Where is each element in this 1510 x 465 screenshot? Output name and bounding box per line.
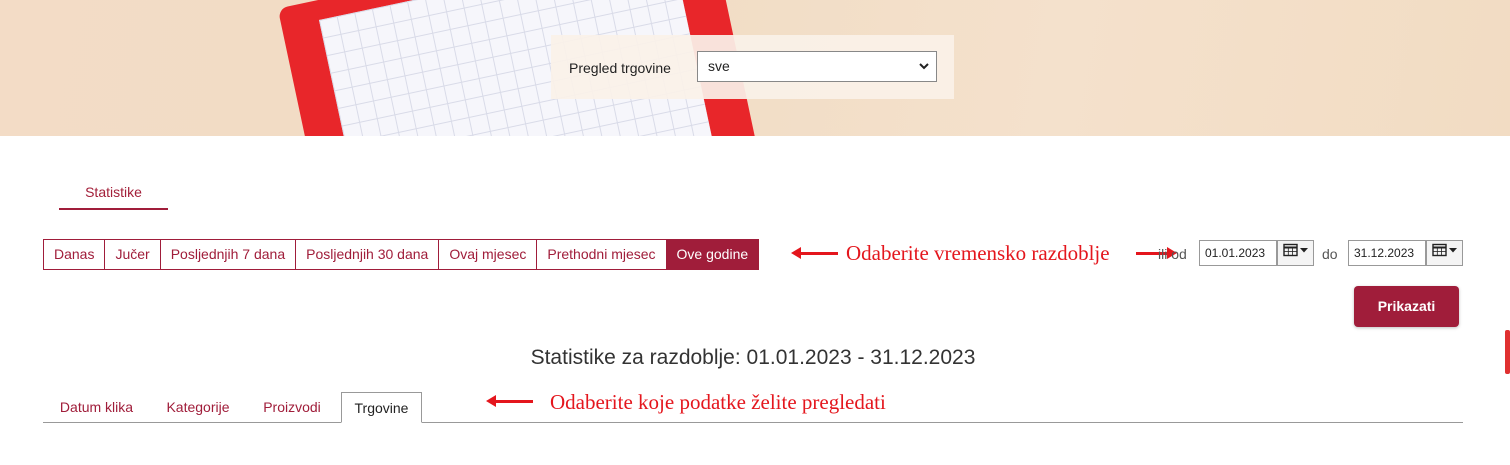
period-title: Statistike za razdoblje: 01.01.2023 - 31… (530, 346, 976, 369)
annotation-data-text: Odaberite koje podatke želite pregledati (550, 390, 886, 414)
tab-proizvodi[interactable]: Proizvodi (250, 392, 334, 422)
range-last-30-days-button[interactable]: Posljednjih 30 dana (295, 239, 440, 270)
annotation-arrow-data (486, 395, 533, 407)
range-danas-button[interactable]: Danas (43, 239, 106, 270)
range-this-year-button[interactable]: Ove godine (665, 239, 760, 270)
range-last-7-days-button[interactable]: Posljednjih 7 dana (159, 239, 297, 270)
range-jucer-button[interactable]: Jučer (104, 239, 161, 270)
tab-datum-klika[interactable]: Datum klika (43, 392, 150, 422)
annotation-arrow-left (791, 247, 838, 259)
store-select[interactable]: sve (697, 51, 937, 82)
date-to-input[interactable]: 31.12.2023 (1348, 240, 1426, 266)
hero-banner: Pregled trgovine sve (0, 0, 1510, 136)
date-to-calendar-button[interactable] (1426, 240, 1463, 266)
date-from-calendar-button[interactable] (1277, 240, 1314, 266)
chevron-down-icon (918, 52, 930, 92)
date-to-label: do (1322, 246, 1338, 262)
tab-statistike[interactable]: Statistike (59, 184, 168, 210)
range-this-month-button[interactable]: Ovaj mjesec (438, 239, 538, 270)
range-previous-month-button[interactable]: Prethodni mjesec (536, 239, 667, 270)
date-from-input[interactable]: 01.01.2023 (1199, 240, 1277, 266)
tab-kategorije[interactable]: Kategorije (155, 392, 241, 422)
store-filter-panel: Pregled trgovine sve (551, 35, 954, 99)
tab-trgovine[interactable]: Trgovine (341, 392, 422, 423)
store-select-value: sve (708, 58, 730, 74)
store-filter-label: Pregled trgovine (569, 60, 671, 76)
calendar-icon (1282, 243, 1309, 260)
annotation-period-text: Odaberite vremensko razdoblje (846, 241, 1110, 265)
show-button[interactable]: Prikazati (1354, 286, 1459, 327)
calendar-icon (1431, 243, 1458, 260)
date-from-label: ili od (1158, 246, 1187, 262)
date-range-buttons: Danas Jučer Posljednjih 7 dana Posljednj… (43, 239, 760, 270)
